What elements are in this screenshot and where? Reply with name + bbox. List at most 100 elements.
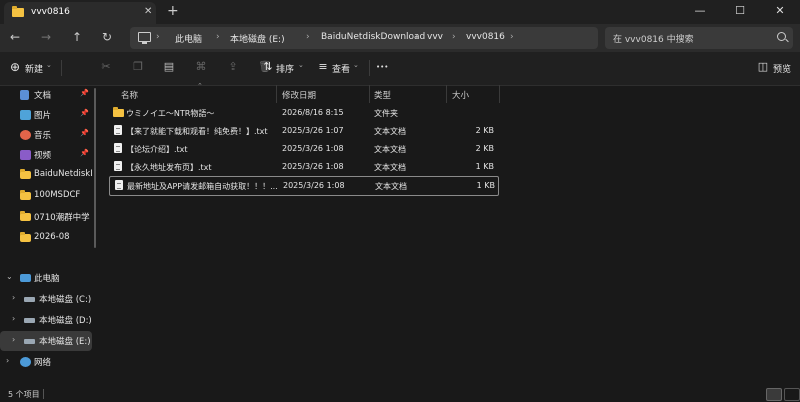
file-size: 2 KB [475, 126, 494, 135]
chevron-right-icon[interactable]: › [12, 335, 15, 344]
sort-button[interactable]: 排序 [276, 62, 294, 75]
breadcrumb-baidunetdisk[interactable]: BaiduNetdiskDownload [321, 32, 425, 42]
drive-icon [24, 339, 35, 344]
file-type: 文本文档 [374, 163, 406, 172]
sidebar-item-0710[interactable]: 0710潮群中学 [0, 207, 92, 227]
list-item[interactable]: 【来了就能下载和观看！纯免费！】.txt 2025/3/26 1:07 文本文档… [109, 122, 497, 140]
sidebar-item-this-pc[interactable]: ⌄ 此电脑 [0, 268, 92, 288]
sidebar-item-music[interactable]: 音乐 📌 [0, 125, 92, 145]
sidebar-item-label: 视频 [34, 151, 52, 161]
tab-close-icon[interactable]: ✕ [144, 6, 152, 17]
copy-icon[interactable]: ❐ [132, 61, 144, 73]
chevron-down-icon: ⌄ [298, 61, 304, 69]
column-divider[interactable] [369, 85, 370, 103]
chevron-right-icon[interactable]: › [12, 293, 15, 302]
folder-icon [20, 232, 31, 242]
list-item[interactable]: ウミノイエ～NTR物語～ 2026/8/16 8:15 文件夹 [109, 104, 497, 122]
sidebar-scrollbar[interactable] [94, 88, 96, 248]
new-tab-button[interactable]: + [167, 3, 179, 19]
sidebar-item-drive-c[interactable]: › 本地磁盘 (C:) [0, 289, 92, 309]
sidebar-item-network[interactable]: › 网络 [0, 352, 92, 372]
text-file-icon [114, 161, 122, 171]
computer-icon [20, 274, 31, 282]
back-button[interactable]: ← [10, 30, 20, 44]
cut-icon[interactable]: ✂ [100, 61, 112, 73]
sidebar-item-100msdcf[interactable]: 100MSDCF [0, 186, 92, 206]
plus-circle-icon: ⊕ [9, 60, 21, 74]
file-type: 文件夹 [374, 109, 398, 118]
file-list: 名称 ⌃ 修改日期 类型 大小 ウミノイエ～NTR物語～ 2026/8/16 8… [103, 82, 800, 385]
preview-button[interactable]: 预览 [773, 62, 791, 75]
pin-icon: 📌 [80, 109, 89, 117]
sidebar-item-videos[interactable]: 视频 📌 [0, 145, 92, 165]
view-icon: ≡ [318, 60, 328, 73]
column-divider[interactable] [446, 85, 447, 103]
file-type: 文本文档 [374, 145, 406, 154]
column-divider[interactable] [276, 85, 277, 103]
sidebar-item-baidunetdisk[interactable]: BaiduNetdiskD [0, 165, 92, 185]
new-button[interactable]: 新建 [25, 62, 43, 75]
chevron-down-icon: ⌄ [46, 61, 52, 69]
sidebar-item-label: 2026-08 [34, 232, 70, 242]
column-divider[interactable] [499, 85, 500, 103]
file-name: 【来了就能下载和观看！纯免费！】.txt [126, 127, 268, 136]
forward-button[interactable]: → [41, 30, 51, 44]
column-header-modified[interactable]: 修改日期 [282, 89, 316, 101]
chevron-right-icon[interactable]: › [6, 356, 9, 365]
network-icon [20, 357, 31, 367]
documents-icon [20, 90, 29, 100]
minimize-button[interactable]: — [680, 0, 720, 24]
breadcrumb-this-pc[interactable]: 此电脑 [175, 32, 202, 45]
sidebar-item-pictures[interactable]: 图片 📌 [0, 105, 92, 125]
sidebar-item-documents[interactable]: 文档 📌 [0, 85, 92, 105]
up-button[interactable]: ↑ [72, 30, 82, 44]
sidebar-item-label: 音乐 [34, 131, 52, 141]
list-item[interactable]: 【永久地址发布页】.txt 2025/3/26 1:08 文本文档 1 KB [109, 158, 497, 176]
sidebar-item-2026-08[interactable]: 2026-08 [0, 228, 92, 248]
divider [43, 389, 44, 399]
column-header-name[interactable]: 名称 [121, 89, 138, 101]
file-modified: 2025/3/26 1:08 [282, 162, 344, 171]
navigation-pane: 文档 📌 图片 📌 音乐 📌 视频 📌 BaiduNetdiskD 100MSD… [0, 85, 96, 385]
sidebar-item-label: 图片 [34, 111, 52, 121]
breadcrumb-separator: › [510, 32, 514, 42]
drive-icon [24, 318, 35, 323]
share-icon[interactable]: ⇪ [227, 61, 239, 73]
chevron-right-icon[interactable]: › [12, 314, 15, 323]
list-item[interactable]: 【论坛介绍】.txt 2025/3/26 1:08 文本文档 2 KB [109, 140, 497, 158]
rename-icon[interactable]: ⌘ [195, 61, 207, 73]
sidebar-item-drive-d[interactable]: › 本地磁盘 (D:) [0, 310, 92, 330]
breadcrumb-drive-e[interactable]: 本地磁盘 (E:) [230, 32, 285, 45]
sidebar-item-drive-e[interactable]: › 本地磁盘 (E:) [0, 331, 92, 351]
sidebar-item-label: 本地磁盘 (D:) [39, 316, 92, 326]
file-modified: 2025/3/26 1:07 [282, 126, 344, 135]
address-bar[interactable]: › 此电脑 › 本地磁盘 (E:) › BaiduNetdiskDownload… [130, 27, 598, 49]
more-options-button[interactable]: ••• [376, 63, 388, 71]
breadcrumb-separator: › [216, 32, 220, 42]
details-view-icon[interactable] [766, 388, 782, 401]
sidebar-item-label: 100MSDCF [34, 190, 81, 200]
drive-icon [24, 297, 35, 302]
breadcrumb-vvv[interactable]: vvv [427, 32, 443, 42]
column-header-type[interactable]: 类型 [374, 89, 391, 101]
tab-vvv0816[interactable]: vvv0816 ✕ [4, 2, 156, 24]
file-modified: 2025/3/26 1:08 [283, 181, 345, 190]
close-button[interactable]: ✕ [760, 0, 800, 24]
breadcrumb-vvv0816[interactable]: vvv0816 [466, 32, 505, 42]
sidebar-item-label: 0710潮群中学 [34, 213, 90, 223]
file-type: 文本文档 [375, 182, 407, 191]
maximize-button[interactable]: ☐ [720, 0, 760, 24]
column-header-size[interactable]: 大小 [452, 89, 469, 101]
view-button[interactable]: 查看 [332, 62, 350, 75]
search-input[interactable]: 在 vvv0816 中搜索 [605, 27, 793, 49]
chevron-down-icon[interactable]: ⌄ [6, 272, 13, 281]
refresh-button[interactable]: ↻ [102, 30, 112, 44]
tiles-view-icon[interactable] [784, 388, 800, 401]
command-bar: ⊕ 新建 ⌄ ✂ ❐ ▤ ⌘ ⇪ 🗑 ⇅ 排序 ⌄ ≡ 查看 ⌄ ••• ◫ 预… [0, 52, 800, 86]
sidebar-item-label: BaiduNetdiskD [34, 169, 92, 179]
list-item-selected[interactable]: 最新地址及APP请发邮箱自动获取！！！... 2025/3/26 1:08 文本… [109, 176, 499, 196]
paste-icon[interactable]: ▤ [163, 61, 175, 73]
folder-icon [113, 107, 124, 117]
file-name: 【论坛介绍】.txt [126, 145, 188, 154]
file-name: ウミノイエ～NTR物語～ [126, 109, 215, 118]
